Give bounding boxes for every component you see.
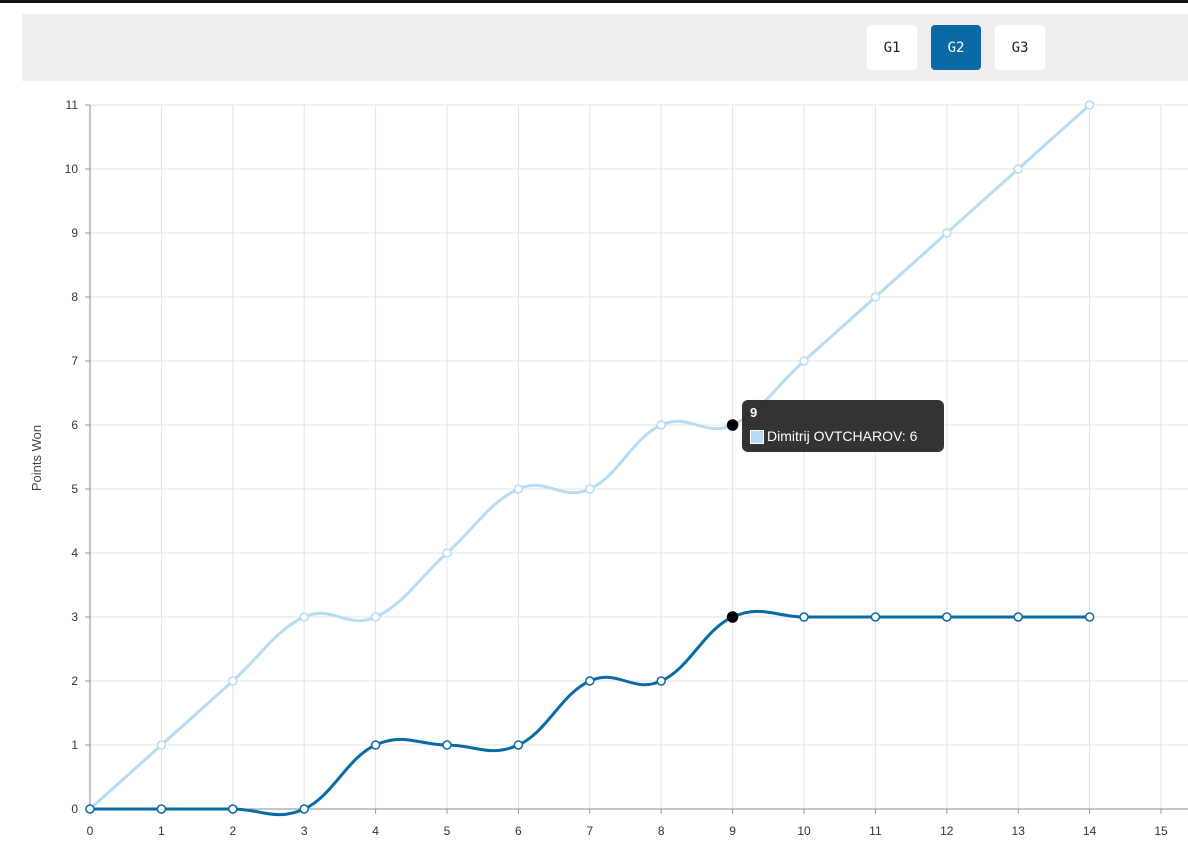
tooltip-title: 9 (750, 405, 758, 420)
y-tick-label: 11 (66, 98, 79, 112)
chart-tooltip: 9 Dimitrij OVTCHAROV: 6 (742, 400, 944, 452)
x-tick-label: 10 (797, 824, 811, 838)
x-tick-label: 9 (729, 824, 736, 838)
y-tick-label: 5 (71, 482, 78, 496)
data-point (1013, 612, 1023, 622)
data-point (656, 676, 666, 686)
data-point (513, 740, 524, 750)
data-point (85, 804, 95, 814)
y-tick-label: 7 (71, 354, 78, 368)
y-tick-label: 6 (71, 418, 78, 432)
y-tick-label: 9 (71, 226, 78, 240)
x-tick-label: 14 (1083, 824, 1097, 838)
data-point (299, 612, 309, 622)
data-point (1084, 612, 1095, 622)
data-point (156, 740, 167, 750)
data-point (1013, 164, 1023, 174)
x-tick-label: 13 (1012, 824, 1026, 838)
x-tick-label: 3 (301, 824, 308, 838)
x-tick-label: 7 (586, 824, 593, 838)
data-point (799, 612, 809, 622)
data-point (513, 484, 524, 494)
data-point (585, 676, 595, 686)
y-tick-label: 3 (71, 610, 78, 624)
chart-axes (89, 105, 1188, 810)
data-point (799, 356, 809, 366)
x-tick-label: 4 (372, 824, 379, 838)
x-tick-label: 1 (158, 824, 165, 838)
data-point (442, 740, 452, 750)
data-point (942, 612, 952, 622)
x-tick-label: 5 (444, 824, 451, 838)
data-point (370, 740, 381, 750)
highlighted-point (726, 611, 739, 623)
y-tick-label: 0 (71, 802, 78, 816)
data-point (370, 612, 381, 622)
x-tick-label: 2 (229, 824, 236, 838)
y-tick-label: 8 (71, 290, 78, 304)
data-point (156, 804, 167, 814)
tooltip-color-swatch (750, 430, 764, 444)
y-tick-label: 4 (71, 546, 78, 560)
x-tick-label: 12 (940, 824, 954, 838)
y-tick-labels: 0 1 2 3 4 5 6 7 8 9 10 11 (65, 98, 79, 816)
y-tick-label: 2 (71, 674, 78, 688)
points-chart: 0 1 2 3 4 5 6 7 8 9 10 11 12 13 14 15 01234567891011 Po… (29, 98, 1188, 838)
x-tick-label: 6 (515, 824, 522, 838)
highlighted-point (726, 419, 739, 431)
y-tick-label: 10 (65, 162, 79, 176)
data-point (228, 676, 238, 686)
x-tick-labels: 0 1 2 3 4 5 6 7 8 9 10 11 12 13 14 15 (87, 824, 1168, 838)
tooltip-label: Dimitrij OVTCHAROV: 6 (767, 428, 918, 444)
x-tick-label: 11 (869, 824, 882, 838)
data-point (442, 548, 452, 558)
data-point (870, 292, 881, 302)
x-tick-label: 15 (1154, 824, 1168, 838)
data-point (942, 228, 952, 238)
y-tick-label: 1 (71, 738, 78, 752)
data-point (585, 484, 595, 494)
data-point (228, 804, 238, 814)
data-point (299, 804, 309, 814)
data-point (1084, 100, 1095, 110)
x-tick-label: 0 (87, 824, 94, 838)
y-axis-title: Points Won (29, 425, 44, 491)
data-point (870, 612, 881, 622)
chart-grid (85, 104, 1188, 814)
data-point (656, 420, 666, 430)
x-tick-label: 8 (658, 824, 665, 838)
